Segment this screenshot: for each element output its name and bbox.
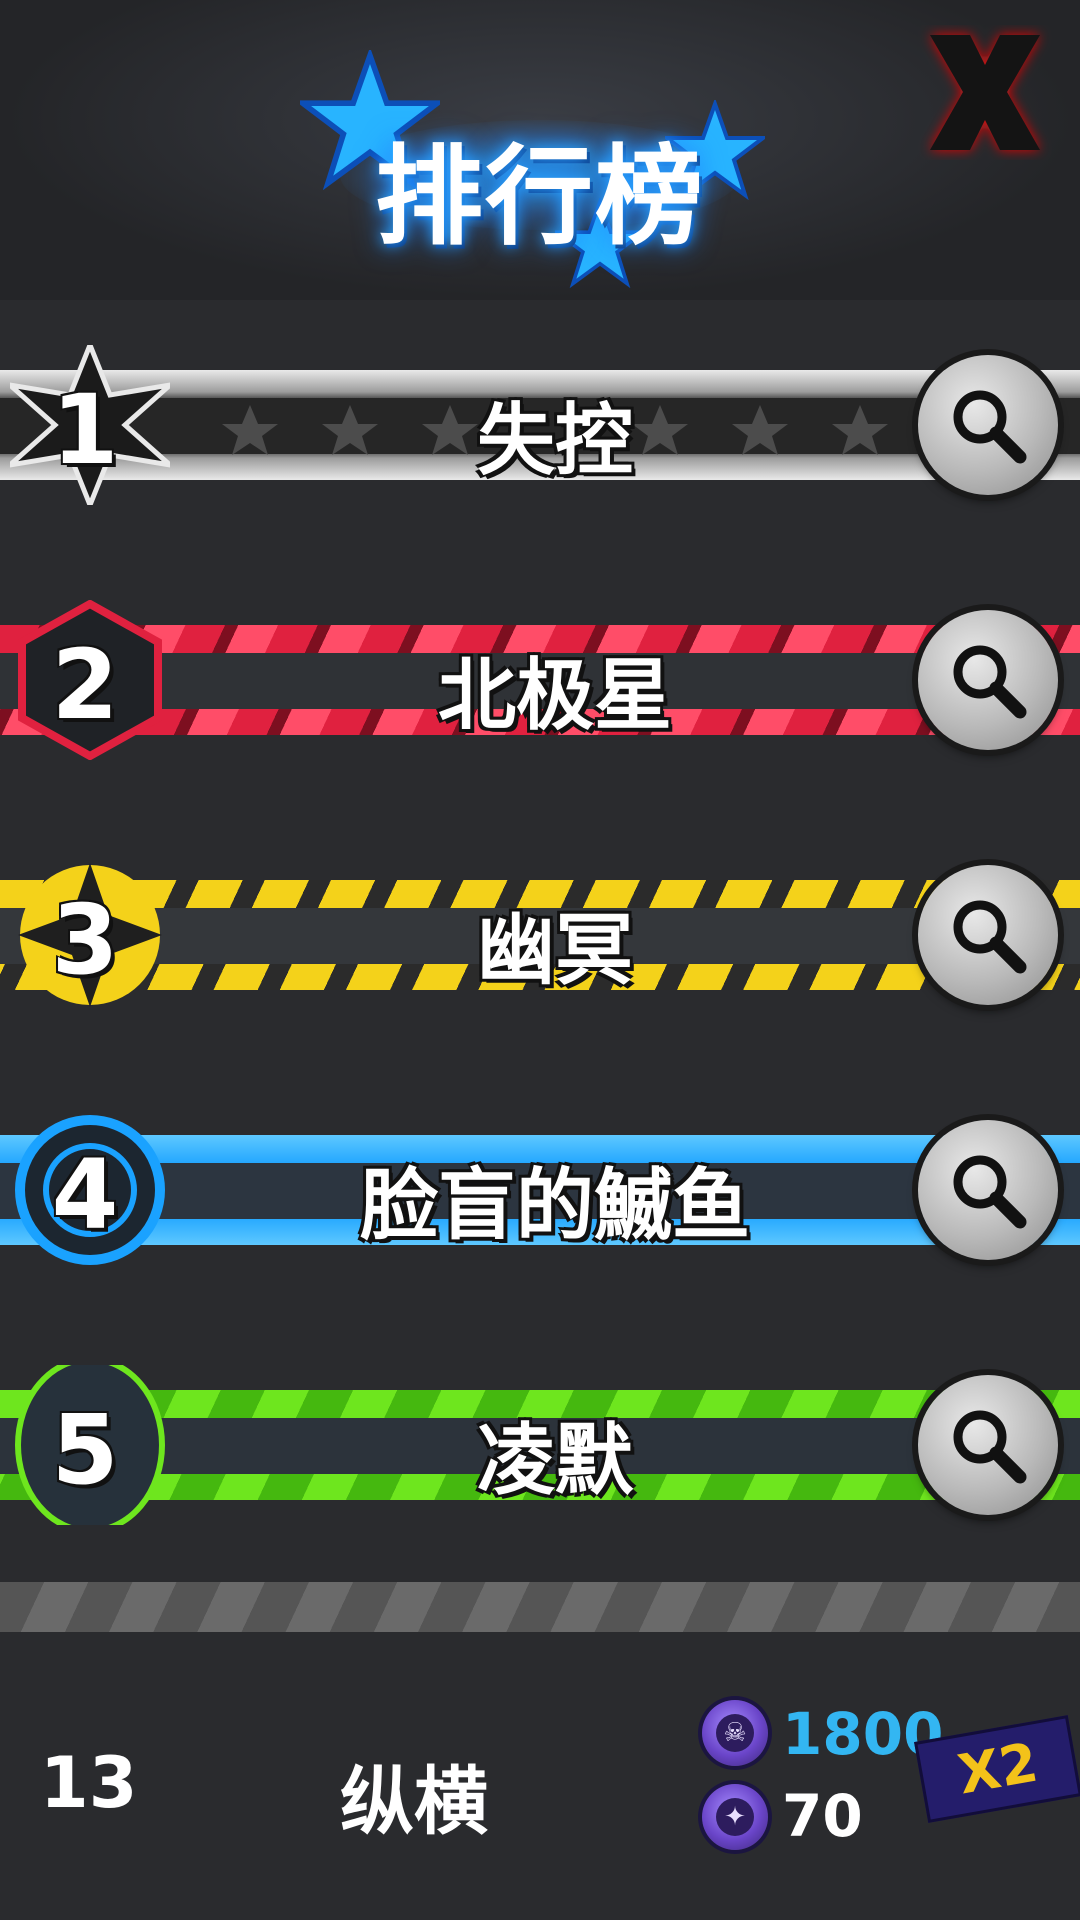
player-name: 凌默 [476, 1416, 633, 1506]
leaderboard-row-5[interactable]: 5 凌默 [0, 1340, 1080, 1540]
magnifier-icon [953, 645, 1027, 719]
rank-number: 5 [51, 1394, 119, 1506]
header: 排行榜 [0, 0, 1080, 300]
magnifier-icon [953, 1410, 1027, 1484]
currency-secondary-value: 70 [782, 1782, 863, 1850]
view-profile-button[interactable] [918, 355, 1058, 495]
my-entry-panel [0, 1632, 1080, 1920]
magnifier-icon [953, 390, 1027, 464]
multiplier-text: X2 [953, 1730, 1043, 1807]
player-name: 幽冥 [476, 906, 633, 996]
page-title: 排行榜 [374, 135, 705, 260]
view-profile-button[interactable] [918, 865, 1058, 1005]
rank-number: 2 [51, 629, 119, 741]
leaderboard-row-1[interactable]: 1 失控 [0, 320, 1080, 520]
view-profile-button[interactable] [918, 610, 1058, 750]
coin-icon: ☠ [702, 1700, 768, 1766]
title-banner: 排行榜 [300, 50, 780, 290]
player-name: 北极星 [437, 651, 672, 741]
magnifier-icon [953, 900, 1027, 974]
rank-number: 1 [51, 374, 119, 486]
leaderboard-row-2[interactable]: 2 北极星 [0, 575, 1080, 775]
magnifier-icon [953, 1155, 1027, 1229]
my-rank: 13 [40, 1742, 138, 1824]
rank-number: 4 [51, 1139, 119, 1251]
player-name: 脸盲的鰄鱼 [359, 1161, 750, 1251]
leaderboard-row-3[interactable]: 3 幽冥 [0, 830, 1080, 1030]
coin-icon: ✦ [702, 1784, 768, 1850]
close-x-icon [930, 35, 1040, 150]
view-profile-button[interactable] [918, 1120, 1058, 1260]
player-name: 失控 [476, 396, 633, 486]
leaderboard-row-4[interactable]: 4 脸盲的鰄鱼 [0, 1085, 1080, 1285]
close-button[interactable] [915, 25, 1055, 160]
my-name: 纵横 [340, 1759, 488, 1845]
footer-divider [0, 1582, 1080, 1632]
view-profile-button[interactable] [918, 1375, 1058, 1515]
rank-number: 3 [51, 884, 119, 996]
